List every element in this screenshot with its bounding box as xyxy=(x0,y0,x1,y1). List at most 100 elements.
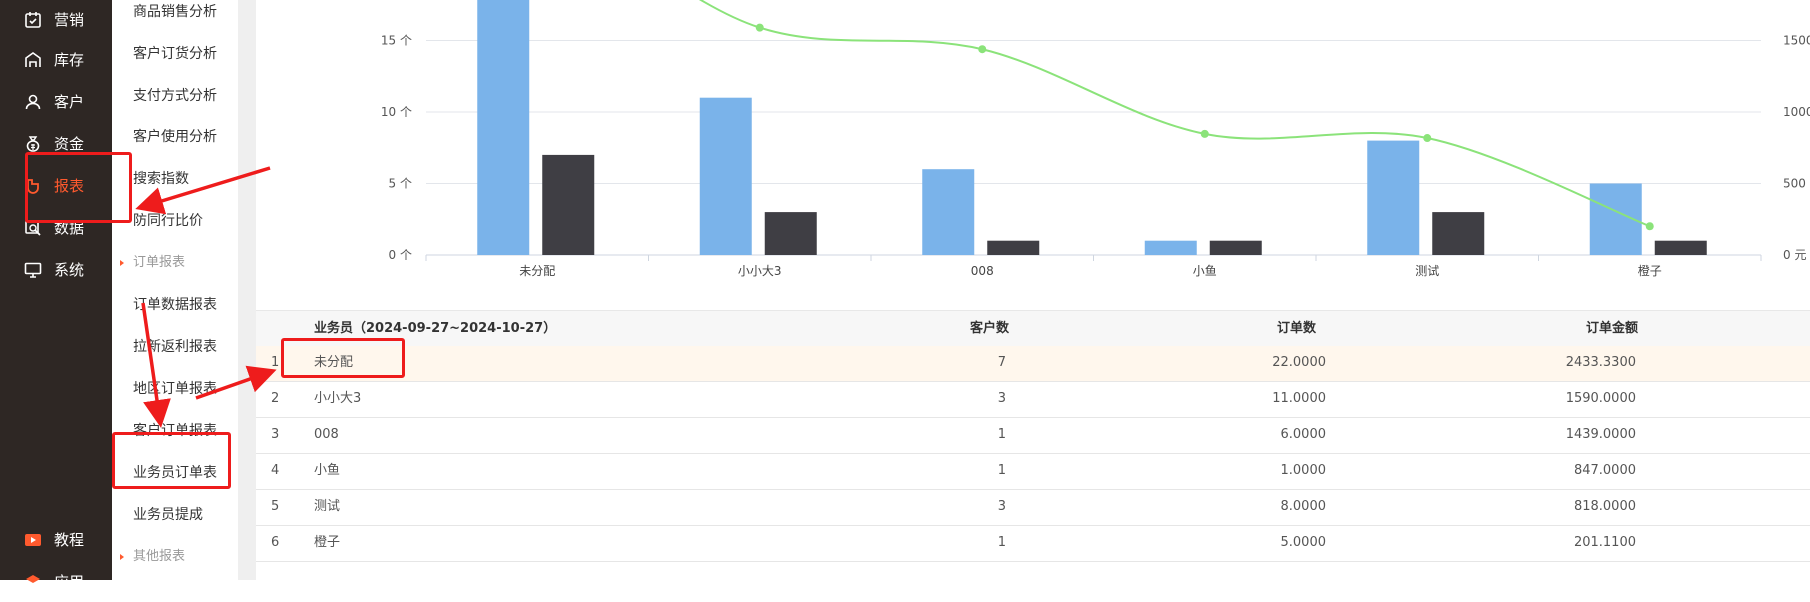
chart-canvas: 0 个 5 个 10 个 15 个 0 元 500 元 1000 元 1500 元未分配 小小大… xyxy=(381,0,1810,278)
header-orders-text: 订单数 xyxy=(1277,321,1317,336)
nav-item-data[interactable]: 数据 xyxy=(0,208,112,248)
money-bag-icon xyxy=(26,136,40,152)
x-category-label: 小小大3 xyxy=(738,264,782,278)
row-amount: 2433.3300 xyxy=(1565,355,1636,370)
table-row[interactable]: 6 橙子 1 5.0000 201.1100 xyxy=(256,526,1810,562)
nav-item-customer[interactable]: 客户 xyxy=(0,82,112,122)
nav-label: 报表 xyxy=(54,177,85,195)
nav-label: 客户 xyxy=(54,93,85,111)
table-row[interactable]: 3 008 1 6.0000 1439.0000 xyxy=(256,418,1810,454)
row-customers: 3 xyxy=(997,391,1006,406)
submenu-item-salesman-orders[interactable]: 业务员订单表 xyxy=(133,463,217,483)
warehouse-icon xyxy=(25,52,41,67)
row-customers: 3 xyxy=(997,499,1006,514)
y-right-tick-label: 1500 元 xyxy=(1783,34,1810,48)
bar-series-2 xyxy=(542,154,595,255)
user-icon xyxy=(25,94,41,110)
header-salesman: 业务员（2024-09-27~2024-10-27） xyxy=(314,321,557,336)
nav-label: 系统 xyxy=(54,261,85,279)
nav-item-funds[interactable]: 资金 xyxy=(0,124,112,164)
bar-series-1 xyxy=(477,0,530,255)
row-salesman: 测试 xyxy=(314,499,341,514)
bar-series-1 xyxy=(1367,140,1420,255)
row-index: 2 xyxy=(271,391,280,406)
submenu-item[interactable]: 业务员提成 xyxy=(133,505,203,525)
x-category-label: 橙子 xyxy=(1638,263,1662,278)
bar-series-2 xyxy=(764,212,817,255)
bar-series-1 xyxy=(1144,240,1197,255)
nav-label: 资金 xyxy=(54,135,85,153)
table-row[interactable]: 1 未分配 7 22.0000 2433.3300 xyxy=(256,346,1810,382)
table-row[interactable]: 2 小小大3 3 11.0000 1590.0000 xyxy=(256,382,1810,418)
bar-series-1 xyxy=(699,97,752,255)
nav-item-inventory[interactable]: 库存 xyxy=(0,40,112,80)
nav-item-reports[interactable]: 报表 xyxy=(0,166,112,206)
x-category-label: 未分配 xyxy=(519,264,555,278)
submenu-item[interactable]: 客户订单报表 xyxy=(133,421,217,441)
row-orders: 5.0000 xyxy=(1280,535,1327,550)
y-left-tick-label: 5 个 xyxy=(389,177,412,191)
main-sidebar: 营销 库存 客户 资金 报表 数据 系统 教程 应用 xyxy=(0,0,112,591)
amount-point xyxy=(1200,129,1209,138)
bar-series-2 xyxy=(1654,240,1707,255)
x-category-label: 008 xyxy=(971,264,994,278)
row-index: 4 xyxy=(271,463,280,478)
row-customers: 1 xyxy=(997,463,1006,478)
nav-label: 数据 xyxy=(54,219,85,237)
nav-item-system[interactable]: 系统 xyxy=(0,250,112,290)
table-header-row: 业务员（2024-09-27~2024-10-27） 客户数 订单数 订单金额 xyxy=(256,310,1810,348)
y-right-tick-label: 500 元 xyxy=(1783,177,1810,191)
row-salesman: 小小大3 xyxy=(314,391,362,406)
app-icon xyxy=(26,575,40,583)
report-submenu: 商品销售分析 客户订货分析 支付方式分析 客户使用分析 搜索指数 防同行比价 订… xyxy=(112,0,238,580)
nav-item-apps[interactable]: 应用 xyxy=(0,562,112,602)
submenu-item[interactable]: 地区订单报表 xyxy=(133,379,217,399)
submenu-item[interactable]: 搜索指数 xyxy=(133,169,189,189)
row-customers: 1 xyxy=(997,427,1006,442)
y-right-tick-label: 0 元 xyxy=(1783,248,1806,262)
submenu-item[interactable]: 拉新返利报表 xyxy=(133,337,217,357)
row-orders: 1.0000 xyxy=(1280,463,1327,478)
row-index: 3 xyxy=(271,427,280,442)
bar-series-2 xyxy=(1209,240,1262,255)
bar-series-1 xyxy=(922,169,975,255)
y-left-tick-label: 0 个 xyxy=(389,248,412,262)
nav-item-marketing[interactable]: 营销 xyxy=(0,0,112,40)
salesman-orders-chart: 0 个 5 个 10 个 15 个 0 元 500 元 1000 元 1500 元未分配 小小大… xyxy=(256,0,1810,310)
amount-line xyxy=(699,0,1651,228)
x-category-label: 测试 xyxy=(1415,263,1439,278)
monitor-icon xyxy=(24,262,42,278)
submenu-item[interactable]: 商品销售分析 xyxy=(133,2,217,22)
nav-label: 营销 xyxy=(54,11,85,29)
submenu-item[interactable]: 防同行比价 xyxy=(133,211,203,231)
row-index: 5 xyxy=(271,499,280,514)
calendar-check-icon xyxy=(25,12,41,28)
row-salesman: 未分配 xyxy=(314,355,354,370)
submenu-item[interactable]: 客户订货分析 xyxy=(133,44,217,64)
salesman-orders-table: 业务员（2024-09-27~2024-10-27） 客户数 订单数 订单金额 … xyxy=(256,310,1810,580)
amount-point xyxy=(1645,222,1654,231)
row-salesman: 橙子 xyxy=(314,535,341,550)
nav-item-tutorial[interactable]: 教程 xyxy=(0,520,112,560)
section-caret-icon xyxy=(120,260,124,266)
report-icon xyxy=(27,179,39,194)
amount-point xyxy=(755,23,764,32)
amount-point xyxy=(1423,134,1432,143)
row-customers: 1 xyxy=(997,535,1006,550)
bar-series-2 xyxy=(1432,212,1485,255)
data-search-icon xyxy=(25,220,41,236)
nav-label: 库存 xyxy=(54,51,85,69)
table-row[interactable]: 5 测试 3 8.0000 818.0000 xyxy=(256,490,1810,526)
section-caret-icon xyxy=(120,554,124,560)
row-orders: 22.0000 xyxy=(1272,355,1326,370)
submenu-item[interactable]: 支付方式分析 xyxy=(133,86,217,106)
row-amount: 818.0000 xyxy=(1573,499,1636,514)
table-row[interactable]: 4 小鱼 1 1.0000 847.0000 xyxy=(256,454,1810,490)
header-amount-text: 订单金额 xyxy=(1586,321,1639,336)
y-left-tick-label: 15 个 xyxy=(381,34,412,48)
submenu-item[interactable]: 订单数据报表 xyxy=(133,295,217,315)
header-customers-text: 客户数 xyxy=(970,321,1010,336)
nav-label: 教程 xyxy=(54,531,85,549)
submenu-item[interactable]: 客户使用分析 xyxy=(133,127,217,147)
row-orders: 11.0000 xyxy=(1272,391,1326,406)
